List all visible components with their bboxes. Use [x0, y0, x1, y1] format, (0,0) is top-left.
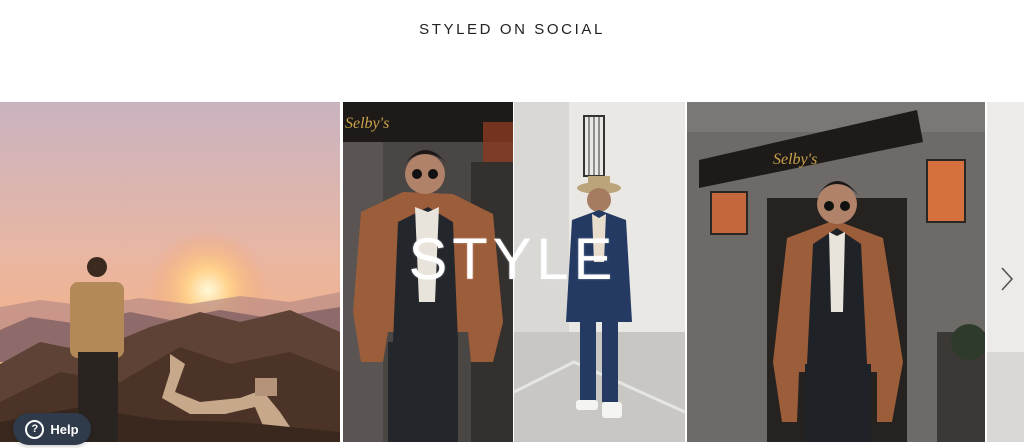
- brown-coat-selbys-photo: Selby's: [343, 102, 513, 442]
- navy-suit-hat-photo: [514, 102, 685, 442]
- selbys-sign-text: Selby's: [345, 115, 389, 132]
- help-button-label: Help: [50, 421, 79, 437]
- gallery-tile-great-wall[interactable]: [0, 102, 340, 442]
- section-title: STYLED ON SOCIAL: [419, 21, 605, 38]
- awning-sign-text: Selby's: [773, 151, 817, 168]
- gallery-tile-awning[interactable]: Selby's: [687, 102, 985, 442]
- chevron-right-icon[interactable]: [994, 262, 1020, 296]
- question-circle-icon: ?: [25, 419, 45, 439]
- brown-coat-awning-photo: Selby's: [687, 102, 985, 442]
- social-gallery: Selby's Selby's STYLE: [0, 102, 1024, 442]
- page: STYLED ON SOCIAL Selby's Selby's STYLE ?…: [0, 0, 1024, 448]
- gallery-tile-brown-coat[interactable]: Selby's: [343, 102, 513, 442]
- help-button[interactable]: ? Help: [13, 413, 91, 445]
- gallery-tile-navy-suit[interactable]: [514, 102, 685, 442]
- great-wall-sunset-photo: [0, 102, 340, 442]
